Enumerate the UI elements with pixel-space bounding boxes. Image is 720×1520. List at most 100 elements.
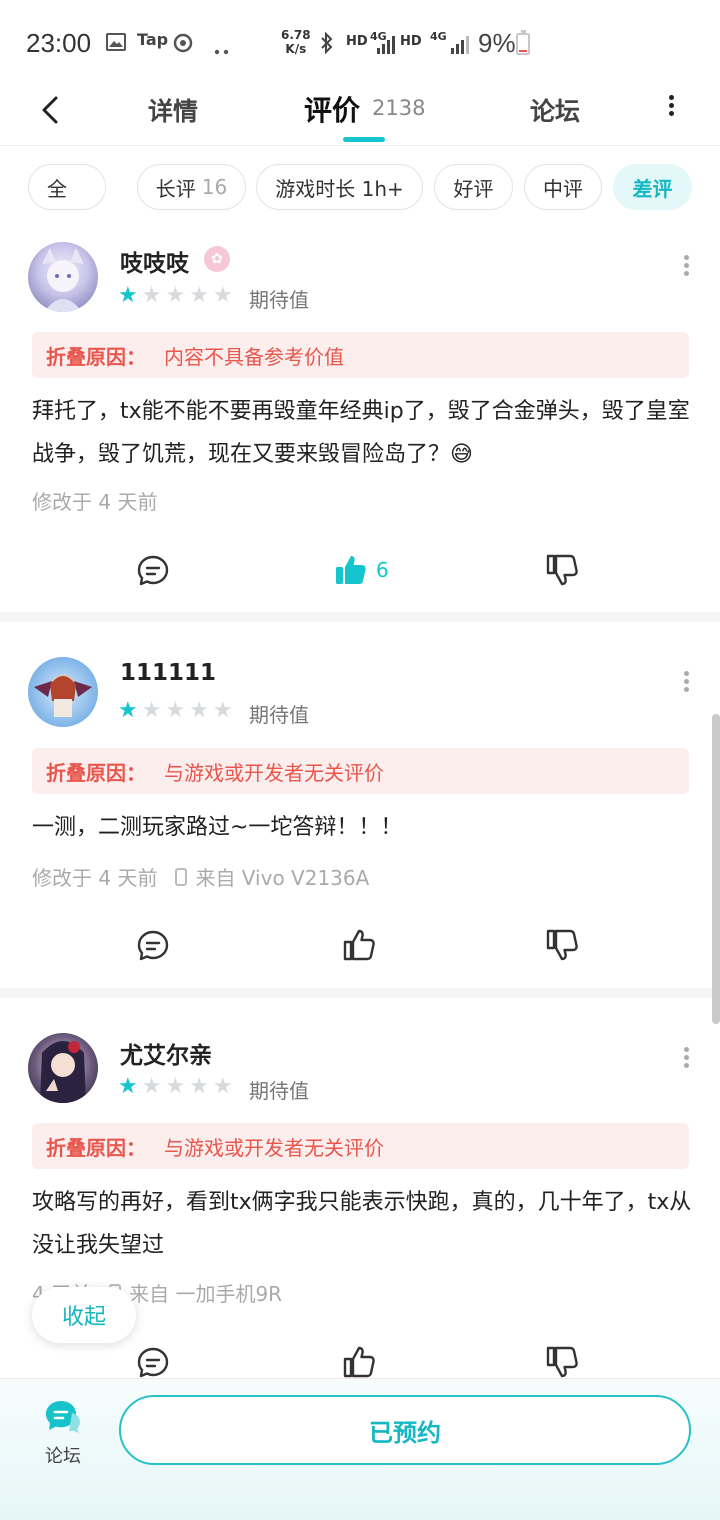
reserved-button[interactable]: 已预约	[119, 1395, 691, 1465]
back-button[interactable]	[32, 90, 72, 130]
thumbs-down-icon	[546, 929, 578, 961]
battery-icon	[516, 30, 530, 55]
thumbs-down-icon	[546, 1346, 578, 1378]
filter-bar: 全 长评 16 游戏时长 1h+ 好评 中评 差评	[0, 148, 720, 230]
review-more-button[interactable]	[682, 668, 690, 695]
review-text[interactable]: 拜托了，tx能不能不要再毁童年经典ip了，毁了合金弹头，毁了皇室战争，毁了饥荒，…	[32, 390, 692, 476]
thumbs-up-icon	[343, 929, 375, 961]
bottom-bar: 论坛 已预约	[0, 1378, 720, 1520]
star-icon: ★	[189, 283, 209, 308]
filter-chip-negative[interactable]: 差评	[613, 164, 692, 210]
star-icon: ★	[189, 1074, 209, 1099]
battery-level	[519, 50, 527, 52]
comment-icon	[137, 930, 169, 961]
fold-reason-banner: 折叠原因： 与游戏或开发者无关评价	[32, 1123, 689, 1169]
star-icon: ★	[165, 283, 186, 308]
filter-chip-all[interactable]: 全	[28, 164, 106, 210]
tab-forum[interactable]: 论坛	[530, 92, 580, 128]
filter-chip-neutral[interactable]: 中评	[524, 164, 602, 210]
network-speed: 6.78 K/s	[281, 28, 311, 56]
review-text[interactable]: 一测，二测玩家路过~一坨答辩！！！	[32, 806, 692, 849]
hd-label-1: HD	[346, 34, 368, 49]
forum-button[interactable]	[44, 1399, 82, 1435]
filter-chip-playtime[interactable]: 游戏时长 1h+	[256, 164, 423, 210]
rating-label: 期待值	[249, 288, 309, 312]
filter-chip-long[interactable]: 长评 16	[137, 164, 246, 210]
star-icon: ★	[141, 283, 162, 308]
filter-chip-label: 好评	[453, 176, 494, 201]
filter-chip-label: 中评	[543, 176, 583, 201]
more-menu-button[interactable]	[660, 92, 682, 128]
star-icon: ★	[212, 1074, 233, 1099]
dislike-button[interactable]	[545, 1342, 579, 1382]
tab-reviews[interactable]: 评价	[304, 89, 360, 129]
filter-chip-positive[interactable]: 好评	[434, 164, 513, 210]
star-icon: ★	[165, 1074, 186, 1099]
review-meta: 修改于 4 天前	[32, 486, 157, 515]
comment-button[interactable]	[136, 550, 170, 590]
filter-chip-count: 16	[201, 175, 228, 199]
thumbs-down-icon	[546, 554, 578, 586]
fold-reason-text: 与游戏或开发者无关评价	[164, 1135, 384, 1160]
active-tab-indicator	[343, 137, 385, 142]
review-actions	[0, 925, 720, 969]
tab-details[interactable]: 详情	[148, 92, 198, 128]
review-device: 来自 一加手机9R	[129, 1282, 283, 1306]
star-icon: ★	[189, 698, 209, 723]
review-author[interactable]: 111111	[120, 660, 216, 686]
fold-reason-label: 折叠原因：	[46, 760, 146, 785]
avatar[interactable]	[28, 1033, 98, 1103]
review-author[interactable]: 尤艾尔亲	[120, 1036, 212, 1070]
review-actions: 6	[0, 550, 720, 594]
review-time: 修改于 4 天前	[32, 866, 158, 890]
scrollbar[interactable]	[712, 714, 720, 1024]
rating-label: 期待值	[249, 703, 309, 727]
comment-button[interactable]	[136, 1342, 170, 1382]
thumbs-up-icon	[336, 556, 366, 584]
filter-chip-label: 游戏时长 1h+	[275, 176, 404, 201]
review-author[interactable]: 吱吱吱	[120, 244, 189, 278]
tab-reviews-count: 2138	[372, 96, 426, 120]
comment-icon	[137, 1347, 169, 1378]
comment-button[interactable]	[136, 925, 170, 965]
like-count: 6	[376, 558, 389, 582]
forum-chat-icon	[46, 1401, 80, 1433]
battery-percent: 9%	[478, 28, 516, 58]
signal-icon-2	[450, 36, 470, 58]
filter-chip-label: 全	[47, 176, 67, 201]
dislike-button[interactable]	[545, 925, 579, 965]
top-nav: 详情 评价 2138 论坛	[0, 80, 720, 146]
star-icon: ★	[212, 283, 233, 308]
avatar[interactable]	[28, 242, 98, 312]
review-more-button[interactable]	[682, 252, 690, 279]
thumbs-up-icon	[343, 1346, 375, 1378]
more-dots-icon	[214, 40, 230, 59]
image-icon	[106, 33, 126, 51]
star-icon: ★	[141, 1074, 162, 1099]
network-speed-unit: K/s	[285, 42, 307, 56]
fold-reason-banner: 折叠原因： 与游戏或开发者无关评价	[32, 748, 689, 794]
fold-reason-label: 折叠原因：	[46, 344, 146, 369]
review-meta: 修改于 4 天前 来自 Vivo V2136A	[32, 862, 369, 891]
app-screen: 23:00 Tap 6.78 K/s HD 4G HD 4G 9% 详情 评价 …	[0, 0, 720, 1520]
hd-label-2: HD	[400, 34, 422, 49]
review-more-button[interactable]	[682, 1044, 690, 1071]
network-type-2: 4G	[430, 30, 447, 43]
rating-label: 期待值	[249, 1079, 309, 1103]
review-text[interactable]: 攻略写的再好，看到tx俩字我只能表示快跑，真的，几十年了，tx从没让我失望过	[32, 1181, 692, 1267]
fold-reason-banner: 折叠原因： 内容不具备参考价值	[32, 332, 689, 378]
like-button[interactable]: 6	[334, 550, 389, 590]
review-card: 111111 ★ ★ ★ ★ ★ 期待值 折叠原因： 与游戏或开发者无关评价 一…	[0, 622, 720, 988]
refresh-icon	[172, 32, 194, 58]
chip-fade	[104, 164, 126, 210]
avatar[interactable]	[28, 657, 98, 727]
like-button[interactable]	[342, 925, 376, 965]
dislike-button[interactable]	[545, 550, 579, 590]
star-icon: ★	[165, 698, 186, 723]
like-button[interactable]	[342, 1342, 376, 1382]
chevron-left-icon	[42, 96, 58, 124]
rating-stars: ★ ★ ★ ★ ★	[118, 285, 233, 307]
rating-stars: ★ ★ ★ ★ ★	[118, 1076, 233, 1098]
tap-icon: Tap	[137, 30, 169, 49]
collapse-button[interactable]: 收起	[32, 1287, 136, 1343]
